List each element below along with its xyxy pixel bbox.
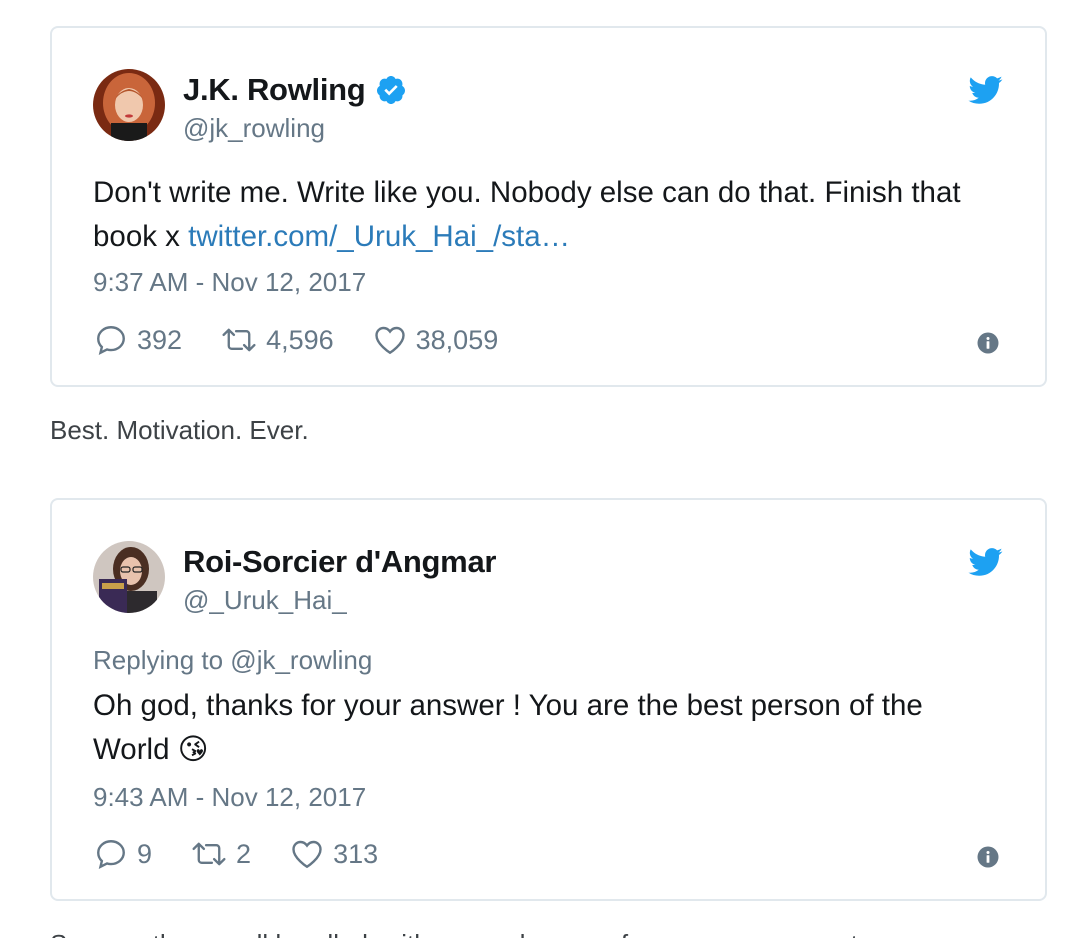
replying-to[interactable]: Replying to @jk_rowling xyxy=(93,645,372,676)
kiss-emoji: 😘 xyxy=(177,733,209,766)
like-count: 313 xyxy=(333,838,379,869)
tweet-text: Oh god, thanks for your answer ! You are… xyxy=(93,684,1005,772)
embedded-tweet-rowling[interactable]: J.K. Rowling @jk_rowling Don't write me.… xyxy=(50,26,1047,387)
retweet-count: 2 xyxy=(236,838,252,869)
tweet-text: Don't write me. Write like you. Nobody e… xyxy=(93,171,1005,259)
like-count: 38,059 xyxy=(415,324,499,355)
reply-icon xyxy=(97,326,125,355)
twitter-bird-icon[interactable] xyxy=(967,544,1003,580)
like-icon xyxy=(292,840,322,869)
display-name[interactable]: J.K. Rowling xyxy=(183,71,366,109)
tweet-body: Oh god, thanks for your answer ! You are… xyxy=(93,689,923,766)
timestamp[interactable]: 9:43 AM - Nov 12, 2017 xyxy=(93,782,366,813)
retweet-button[interactable]: 4,596 xyxy=(220,322,334,358)
reply-count: 392 xyxy=(137,324,183,355)
avatar[interactable] xyxy=(93,541,165,613)
like-icon xyxy=(374,326,405,355)
timestamp[interactable]: 9:37 AM - Nov 12, 2017 xyxy=(93,267,366,298)
handle[interactable]: @jk_rowling xyxy=(183,111,407,145)
retweet-button[interactable]: 2 xyxy=(190,836,251,872)
like-button[interactable]: 313 xyxy=(289,836,378,872)
reply-icon xyxy=(97,840,125,869)
tweet-link[interactable]: twitter.com/_Uruk_Hai_/sta… xyxy=(188,220,570,253)
info-icon[interactable] xyxy=(977,332,999,354)
reply-count: 9 xyxy=(137,838,153,869)
verified-badge-icon xyxy=(375,74,407,106)
info-icon[interactable] xyxy=(977,846,999,868)
handle[interactable]: @_Uruk_Hai_ xyxy=(183,583,496,617)
embedded-tweet-uruk-hai[interactable]: Roi-Sorcier d'Angmar @_Uruk_Hai_ Replyin… xyxy=(50,498,1047,901)
avatar[interactable] xyxy=(93,69,165,141)
reply-button[interactable]: 392 xyxy=(93,322,182,358)
cut-off-paragraph: So smooth, so well handled, with so much… xyxy=(50,922,897,938)
retweet-icon xyxy=(222,328,256,352)
reply-button[interactable]: 9 xyxy=(93,836,152,872)
twitter-bird-icon[interactable] xyxy=(967,72,1003,108)
caption-text: Best. Motivation. Ever. xyxy=(50,415,309,445)
display-name[interactable]: Roi-Sorcier d'Angmar xyxy=(183,543,496,581)
like-button[interactable]: 38,059 xyxy=(372,322,499,358)
retweet-icon xyxy=(192,842,226,866)
retweet-count: 4,596 xyxy=(266,324,334,355)
